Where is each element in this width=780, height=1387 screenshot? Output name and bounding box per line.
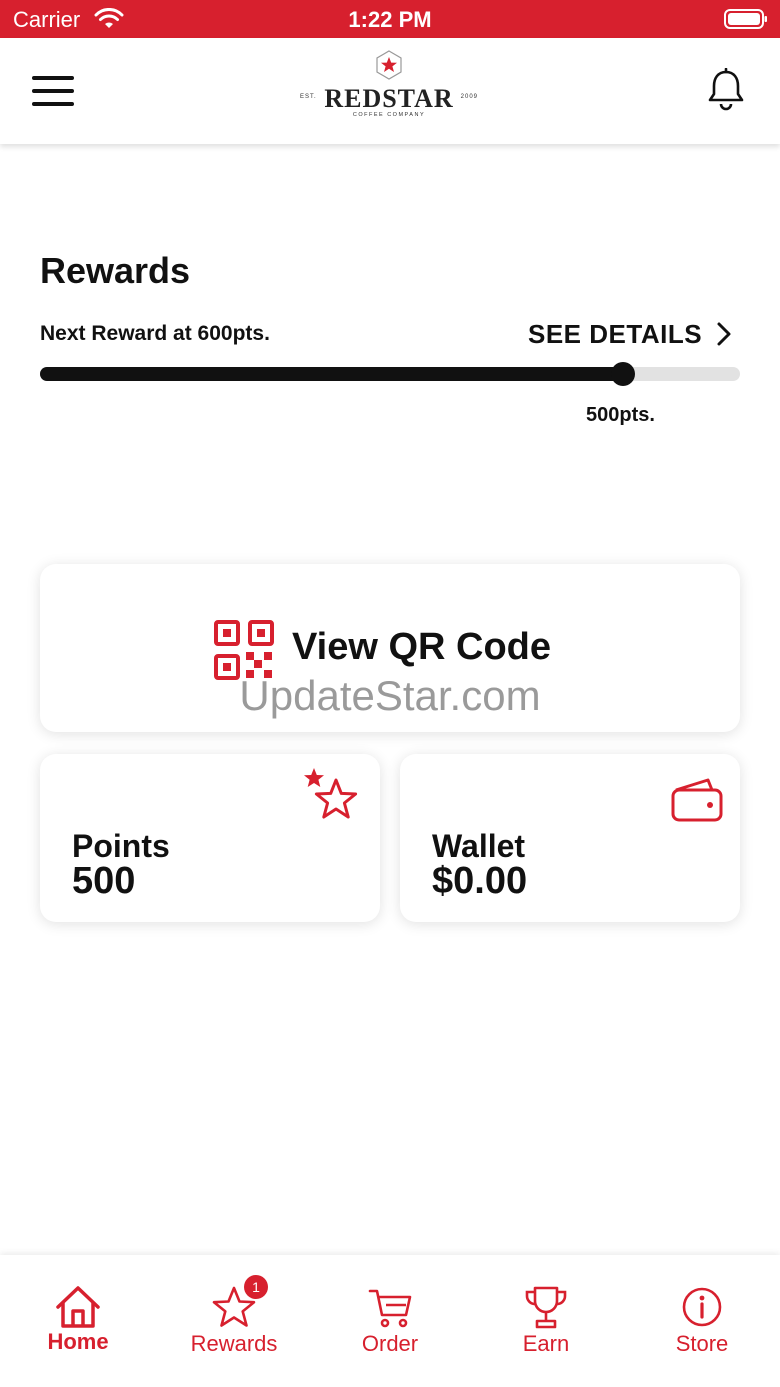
rewards-progress-knob — [611, 362, 635, 386]
points-title: Points — [72, 828, 170, 864]
brand-name: REDSTAR — [324, 84, 454, 113]
see-details-label: SEE DETAILS — [528, 318, 703, 349]
tab-rewards[interactable]: 1 Rewards — [156, 1255, 312, 1387]
bell-icon[interactable] — [706, 68, 746, 112]
chevron-right-icon — [717, 322, 731, 346]
battery-icon — [724, 9, 767, 29]
rewards-title: Rewards — [40, 250, 191, 291]
trophy-icon — [525, 1286, 567, 1329]
watermark-text: UpdateStar.com — [239, 672, 541, 719]
menu-line-middle — [32, 89, 74, 93]
brand-logo: EST. REDSTAR 2009 COFFEE COMPANY — [296, 48, 482, 120]
rewards-badge: 1 — [244, 1275, 268, 1299]
status-bar: Carrier 1:22 PM — [0, 0, 780, 38]
view-qr-code-card[interactable]: View QR Code UpdateStar.com — [40, 564, 740, 732]
next-reward-label: Next Reward at 600pts. — [40, 322, 270, 345]
menu-button[interactable] — [30, 74, 76, 108]
wallet-card[interactable]: Wallet $0.00 — [400, 754, 740, 922]
tab-earn[interactable]: Earn — [468, 1255, 624, 1387]
tab-order-label: Order — [361, 1331, 419, 1356]
rewards-progress-fill — [40, 367, 623, 381]
bottom-tab-bar: Home 1 Rewards Order Earn Store — [0, 1255, 780, 1387]
status-time: 1:22 PM — [348, 7, 432, 32]
wallet-value: $0.00 — [432, 860, 528, 902]
view-qr-code-label: View QR Code — [292, 626, 552, 668]
tab-rewards-label: Rewards — [190, 1331, 278, 1356]
qr-code-icon — [214, 620, 274, 680]
hamburger-menu-icon — [32, 76, 74, 80]
tab-store-label: Store — [675, 1331, 729, 1356]
logo-star-badge-icon — [376, 50, 402, 80]
tab-home-label: Home — [47, 1329, 109, 1354]
app-header: EST. REDSTAR 2009 COFFEE COMPANY — [0, 38, 780, 144]
points-value: 500 — [72, 860, 136, 902]
tab-order[interactable]: Order — [312, 1255, 468, 1387]
tab-home[interactable]: Home — [0, 1255, 156, 1387]
see-details-link[interactable]: SEE DETAILS — [528, 316, 732, 352]
stars-icon — [304, 768, 358, 819]
menu-line-bottom — [32, 102, 74, 106]
current-points-label: 500pts. — [586, 404, 655, 426]
brand-tagline: COFFEE COMPANY — [352, 112, 426, 118]
tab-store[interactable]: Store — [624, 1255, 780, 1387]
wallet-icon — [671, 778, 723, 822]
home-icon — [56, 1286, 100, 1328]
brand-year: 2009 — [460, 94, 478, 100]
rewards-progress-bar — [40, 362, 740, 386]
info-icon — [682, 1287, 722, 1327]
tab-earn-label: Earn — [522, 1331, 570, 1356]
wallet-title: Wallet — [432, 828, 526, 864]
cart-icon — [368, 1289, 412, 1328]
points-card[interactable]: Points 500 — [40, 754, 380, 922]
